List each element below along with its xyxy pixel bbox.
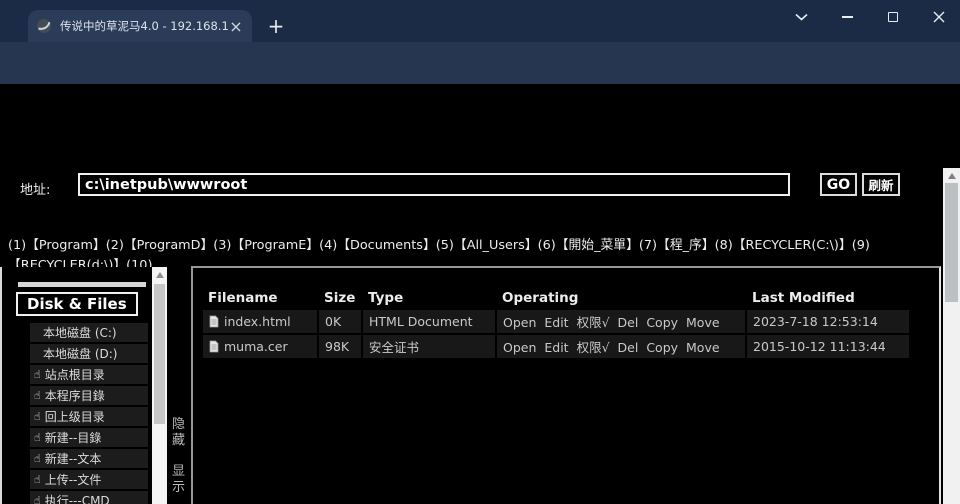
hand-pointer-icon: ☝: [34, 389, 41, 402]
file-table: Filename Size Type Operating Last Modifi…: [201, 286, 911, 360]
window-minimize-button[interactable]: [824, 0, 870, 34]
site-favicon-globe-icon: [36, 18, 52, 34]
sidebar-scrollbar-thumb[interactable]: [154, 284, 165, 424]
file-size: 98K: [319, 335, 361, 358]
scroll-up-arrow-icon[interactable]: [948, 173, 956, 179]
action-move[interactable]: Move: [686, 340, 720, 355]
sidebar-item-site-root[interactable]: ☝站点根目录: [30, 365, 148, 384]
action-del[interactable]: Del: [618, 315, 639, 330]
hand-pointer-icon: ☝: [34, 431, 41, 444]
file-type: HTML Document: [363, 310, 495, 333]
header-operating: Operating: [497, 288, 745, 308]
action-perms[interactable]: 权限√: [577, 315, 610, 330]
file-modified: 2015-10-12 11:13:44: [747, 335, 909, 358]
scroll-up-arrow-icon[interactable]: [156, 272, 164, 278]
new-tab-button[interactable]: +: [262, 12, 290, 40]
file-actions: Open Edit 权限√ Del Copy Move: [497, 335, 745, 358]
file-list-frame: Filename Size Type Operating Last Modifi…: [191, 266, 941, 504]
window-maximize-button[interactable]: [870, 0, 916, 34]
browser-window: 传说中的草泥马4.0 - 192.168.17 × + ← → 不安全 192.…: [0, 0, 960, 504]
table-row: index.html 0K HTML Document Open Edit 权限…: [203, 310, 909, 333]
window-close-button[interactable]: [916, 0, 960, 34]
sidebar-scrollbar[interactable]: [152, 267, 167, 504]
file-size: 0K: [319, 310, 361, 333]
hide-frame-button[interactable]: 隐藏: [172, 417, 187, 449]
file-actions: Open Edit 权限√ Del Copy Move: [497, 310, 745, 333]
sidebar-item-new-dir[interactable]: ☝新建--目錄: [30, 428, 148, 447]
sidebar-item-disk-c[interactable]: 本地磁盘 (C:): [30, 323, 148, 342]
go-button[interactable]: GO: [820, 173, 857, 196]
file-type: 安全证书: [363, 335, 495, 358]
header-size: Size: [319, 288, 361, 308]
table-row: muma.cer 98K 安全证书 Open Edit 权限√ Del Copy…: [203, 335, 909, 358]
header-type: Type: [363, 288, 495, 308]
action-move[interactable]: Move: [686, 315, 720, 330]
action-edit[interactable]: Edit: [544, 315, 568, 330]
action-open[interactable]: Open: [503, 315, 536, 330]
frame-toggle-strip: 隐藏 显示: [167, 267, 191, 504]
browser-tab[interactable]: 传说中的草泥马4.0 - 192.168.17 ×: [28, 10, 252, 42]
hand-pointer-icon: ☝: [34, 452, 41, 465]
file-name: index.html: [224, 314, 291, 329]
hand-pointer-icon: ☝: [34, 473, 41, 486]
sidebar-title: Disk & Files: [16, 292, 138, 316]
sidebar-menu: 本地磁盘 (C:) 本地磁盘 (D:) ☝站点根目录 ☝本程序目錄 ☝回上级目录…: [2, 323, 152, 504]
sidebar-item-parent-dir[interactable]: ☝回上级目录: [30, 407, 148, 426]
file-modified: 2023-7-18 12:53:14: [747, 310, 909, 333]
sidebar-item-new-text[interactable]: ☝新建--文本: [30, 449, 148, 468]
sidebar-item-exec-cmd[interactable]: ☝执行---CMD: [30, 491, 148, 504]
file-name: muma.cer: [224, 339, 288, 354]
sidebar-item-upload-file[interactable]: ☝上传--文件: [30, 470, 148, 489]
show-frame-button[interactable]: 显示: [172, 464, 187, 496]
browser-menu-chevron-icon[interactable]: [778, 0, 824, 34]
refresh-button[interactable]: 刷新: [862, 173, 900, 196]
file-icon: [209, 315, 219, 328]
page-scrollbar-thumb[interactable]: [945, 183, 958, 302]
sidebar-disk-files: Disk & Files 本地磁盘 (C:) 本地磁盘 (D:) ☝站点根目录 …: [2, 267, 152, 504]
action-del[interactable]: Del: [618, 340, 639, 355]
header-modified: Last Modified: [747, 288, 909, 308]
sidebar-divider: [18, 282, 146, 287]
hand-pointer-icon: ☝: [34, 368, 41, 381]
tab-close-icon[interactable]: ×: [228, 17, 244, 36]
hand-pointer-icon: ☝: [34, 494, 41, 504]
sidebar-item-disk-d[interactable]: 本地磁盘 (D:): [30, 344, 148, 363]
header-filename: Filename: [203, 288, 317, 308]
action-copy[interactable]: Copy: [646, 315, 678, 330]
action-edit[interactable]: Edit: [544, 340, 568, 355]
tab-title: 传说中的草泥马4.0 - 192.168.17: [60, 18, 228, 34]
hand-pointer-icon: ☝: [34, 410, 41, 423]
action-open[interactable]: Open: [503, 340, 536, 355]
webshell-page: 地址: GO 刷新 (1)【Program】(2)【ProgramD】(3)【P…: [0, 84, 960, 504]
file-icon: [209, 340, 219, 353]
page-scrollbar[interactable]: [943, 168, 960, 504]
browser-toolbar: ← → 不安全 192.168.173.141 /muma.cer ☆: [0, 42, 960, 84]
file-table-header-row: Filename Size Type Operating Last Modifi…: [203, 288, 909, 308]
path-input[interactable]: [78, 173, 790, 196]
action-copy[interactable]: Copy: [646, 340, 678, 355]
action-perms[interactable]: 权限√: [577, 340, 610, 355]
browser-titlebar: 传说中的草泥马4.0 - 192.168.17 × +: [0, 0, 960, 42]
sidebar-item-program-dir[interactable]: ☝本程序目錄: [30, 386, 148, 405]
